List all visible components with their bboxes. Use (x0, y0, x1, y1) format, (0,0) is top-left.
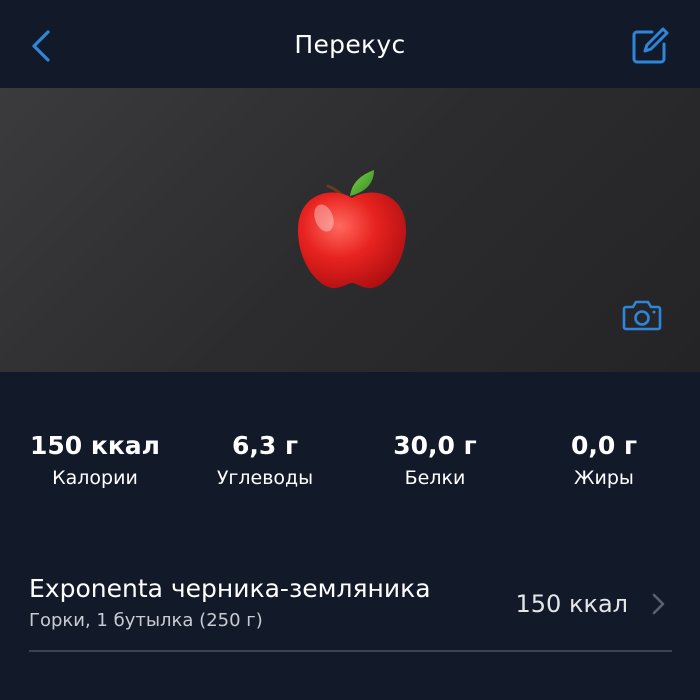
macro-label: Калории (52, 467, 138, 489)
food-list-item[interactable]: Exponenta черника-земляника Горки, 1 бут… (0, 560, 700, 652)
food-details: Горки, 1 бутылка (250 г) (29, 610, 263, 631)
macro-label: Жиры (574, 467, 634, 489)
macro-protein: 30,0 г Белки (350, 430, 520, 492)
edit-icon (632, 27, 669, 64)
edit-button[interactable] (630, 26, 670, 66)
header: Перекус (0, 0, 700, 88)
macro-carbs: 6,3 г Углеводы (180, 430, 350, 492)
macro-value: 30,0 г (393, 431, 477, 460)
camera-button[interactable] (622, 298, 662, 332)
chevron-right-icon (652, 593, 665, 615)
macro-value: 0,0 г (570, 431, 638, 460)
macro-calories: 150 ккал Калории (10, 430, 180, 492)
camera-icon (622, 300, 662, 331)
food-calories: 150 ккал (515, 590, 628, 618)
meal-screen: Перекус 150 ккал Калории 6,3 г Углеводы … (0, 0, 700, 700)
macro-value: 6,3 г (231, 431, 299, 460)
macros-summary: 150 ккал Калории 6,3 г Углеводы 30,0 г Б… (0, 430, 700, 500)
macro-label: Углеводы (216, 467, 314, 489)
food-name: Exponenta черника-земляника (29, 574, 431, 603)
macro-value: 150 ккал (29, 431, 160, 460)
meal-photo (0, 88, 700, 372)
page-title: Перекус (294, 30, 406, 59)
macro-label: Белки (404, 467, 466, 489)
apple-image (298, 170, 406, 289)
divider (29, 650, 672, 652)
macro-fat: 0,0 г Жиры (519, 430, 689, 492)
